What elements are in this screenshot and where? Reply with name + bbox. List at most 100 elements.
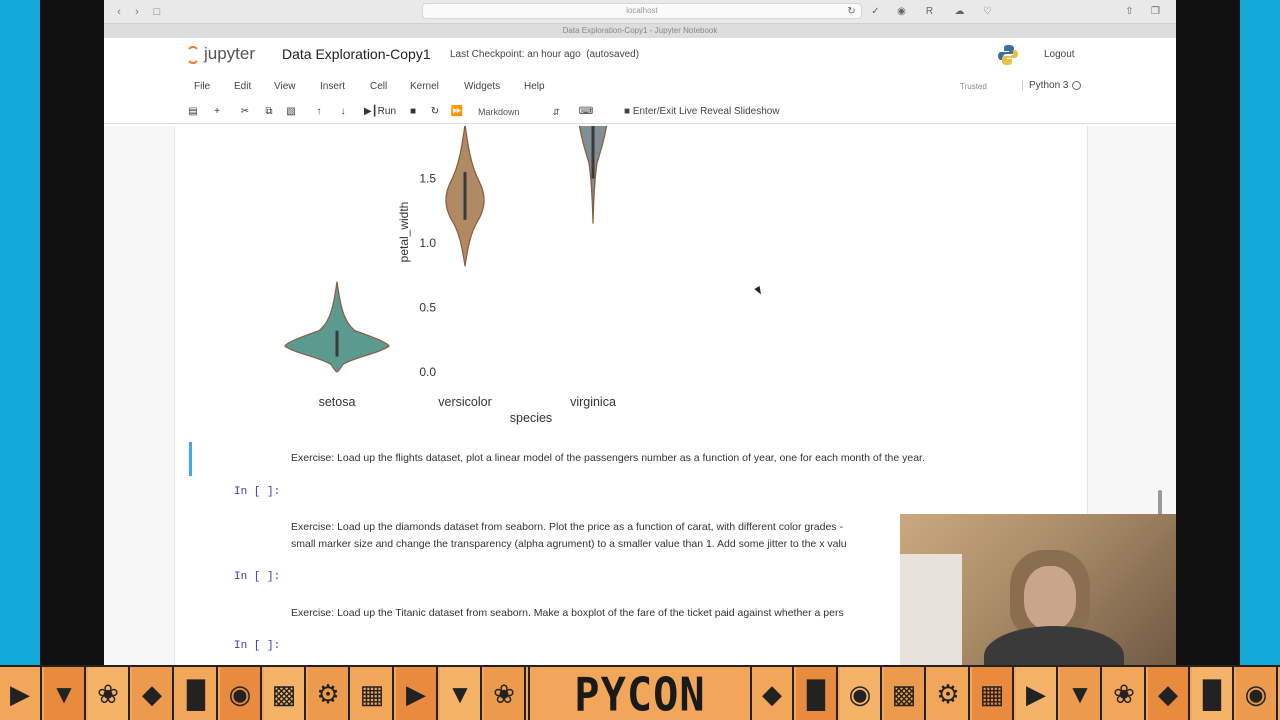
move-down-icon[interactable]: ↓ — [336, 104, 350, 120]
menu-file[interactable]: File — [194, 81, 210, 92]
speaker-webcam-overlay — [900, 514, 1176, 665]
menu-widgets[interactable]: Widgets — [464, 81, 500, 92]
banner-tile: ▩ — [264, 667, 306, 720]
violin-body — [284, 281, 390, 373]
menu-view[interactable]: View — [274, 81, 296, 92]
notebook-title[interactable]: Data Exploration-Copy1 — [282, 46, 431, 62]
menu-help[interactable]: Help — [524, 81, 545, 92]
tabs-icon[interactable]: ❐ — [1148, 4, 1163, 19]
cell-type-select[interactable]: Markdown ⇵ — [474, 104, 564, 120]
cloud-icon[interactable]: ☁ — [952, 4, 967, 19]
reload-icon[interactable]: ↻ — [844, 4, 859, 19]
right-dark-border — [1176, 0, 1240, 665]
violin-versicolor — [445, 126, 485, 267]
markdown-cell-diamonds-line2[interactable]: small marker size and change the transpa… — [291, 536, 847, 553]
menu-insert[interactable]: Insert — [320, 81, 345, 92]
banner-tile: ◆ — [752, 667, 794, 720]
left-gutter — [104, 126, 174, 665]
tab-title[interactable]: Data Exploration-Copy1 - Jupyter Noteboo… — [104, 24, 1176, 38]
logout-button[interactable]: Logout — [1044, 49, 1075, 60]
kernel-indicator: Python 3 — [1022, 80, 1082, 91]
cell-type-value: Markdown — [478, 107, 520, 117]
violin-virginica — [578, 126, 608, 224]
y-tick-label: 1.5 — [419, 172, 436, 186]
input-prompt-1: In [ ]: — [234, 486, 281, 498]
trusted-indicator[interactable]: Trusted — [960, 82, 987, 91]
menu-cell[interactable]: Cell — [370, 81, 387, 92]
extension-circle-icon[interactable]: ◉ — [894, 4, 909, 19]
sidebar-icon[interactable]: □ — [150, 5, 164, 19]
violin-setosa — [284, 281, 390, 373]
python-logo-icon — [998, 45, 1018, 65]
speaker-face — [1024, 566, 1076, 630]
notebook-header: jupyter Data Exploration-Copy1 Last Chec… — [104, 38, 1176, 72]
banner-tile: ▼ — [440, 667, 482, 720]
run-label: Run — [377, 106, 397, 117]
banner-tile: ◉ — [1236, 667, 1278, 720]
selected-cell-indicator — [189, 442, 192, 476]
banner-tile: █ — [176, 667, 218, 720]
interrupt-icon[interactable]: ■ — [406, 104, 420, 120]
banner-tile: ⚙ — [308, 667, 350, 720]
logo-text: jupyter — [204, 44, 256, 63]
speaker-body — [984, 626, 1124, 665]
y-axis-label: petal_width — [397, 202, 411, 263]
banner-tile: ❀ — [484, 667, 526, 720]
banner-tile: █ — [796, 667, 838, 720]
banner-tile: ▼ — [1060, 667, 1102, 720]
forward-icon[interactable]: › — [130, 5, 144, 19]
keyboard-icon[interactable]: ⌨ — [578, 104, 594, 120]
webcam-wall — [900, 554, 962, 665]
banner-tile: ▶ — [0, 667, 42, 720]
extension-icon[interactable]: ✓ — [868, 4, 883, 19]
banner-tile: ❀ — [88, 667, 130, 720]
violin-plot: petal_width 0.0 0.5 1.0 1.5 setosa versicolo… — [284, 126, 616, 425]
extension-r-icon[interactable]: R — [922, 4, 937, 19]
reveal-slideshow-button[interactable]: ■ Enter/Exit Live Reveal Slideshow — [624, 104, 780, 120]
select-arrows-icon: ⇵ — [552, 107, 560, 117]
y-tick-label: 0.0 — [419, 365, 436, 379]
banner-tile: ◆ — [1148, 667, 1190, 720]
input-prompt-3: In [ ]: — [234, 640, 281, 652]
banner-tile: ⚙ — [928, 667, 970, 720]
banner-tile: ▦ — [352, 667, 394, 720]
banner-tile: ◉ — [840, 667, 882, 720]
pocket-icon[interactable]: ♡ — [980, 4, 995, 19]
restart-icon[interactable]: ↻ — [428, 104, 442, 120]
left-dark-border — [40, 0, 104, 665]
menu-kernel[interactable]: Kernel — [410, 81, 439, 92]
address-bar[interactable]: localhost — [422, 3, 862, 19]
back-icon[interactable]: ‹ — [112, 5, 126, 19]
paste-icon[interactable]: ▧ — [284, 104, 298, 120]
y-tick-label: 0.5 — [419, 301, 436, 315]
banner-tile: ▦ — [972, 667, 1014, 720]
markdown-cell-titanic[interactable]: Exercise: Load up the Titanic dataset fr… — [291, 605, 844, 622]
menu-edit[interactable]: Edit — [234, 81, 251, 92]
checkpoint-text: Last Checkpoint: an hour ago — [450, 49, 581, 60]
left-blue-border — [0, 0, 40, 665]
kernel-name: Python 3 — [1029, 80, 1069, 91]
add-cell-icon[interactable]: + — [210, 104, 224, 120]
move-up-icon[interactable]: ↑ — [312, 104, 326, 120]
fast-forward-icon[interactable]: ⏩ — [450, 104, 464, 120]
markdown-cell-flights[interactable]: Exercise: Load up the flights dataset, p… — [291, 450, 925, 467]
save-icon[interactable]: ▤ — [186, 104, 200, 120]
banner-tile: ▶ — [1016, 667, 1058, 720]
x-axis-label: species — [510, 411, 552, 425]
input-prompt-2: In [ ]: — [234, 571, 281, 583]
banner-tile: ◉ — [220, 667, 262, 720]
run-button[interactable]: ▶┃Run — [362, 104, 398, 120]
run-icon: ▶┃ — [363, 106, 378, 117]
banner-tile: ❀ — [1104, 667, 1146, 720]
banner-tile: █ — [1192, 667, 1234, 720]
share-icon[interactable]: ⇧ — [1122, 4, 1137, 19]
cut-icon[interactable]: ✂ — [238, 104, 252, 120]
banner-tile: ▼ — [44, 667, 86, 720]
markdown-cell-diamonds-line1[interactable]: Exercise: Load up the diamonds dataset f… — [291, 519, 843, 536]
copy-icon[interactable]: ⧉ — [262, 104, 276, 120]
jupyter-logo[interactable]: jupyter — [186, 44, 255, 64]
autosave-text: (autosaved) — [586, 49, 640, 60]
menubar: File Edit View Insert Cell Kernel Widget… — [104, 76, 1176, 98]
pycon-2020-logo: PYCON 2020 — [528, 667, 752, 720]
banner-tile: ▶ — [396, 667, 438, 720]
